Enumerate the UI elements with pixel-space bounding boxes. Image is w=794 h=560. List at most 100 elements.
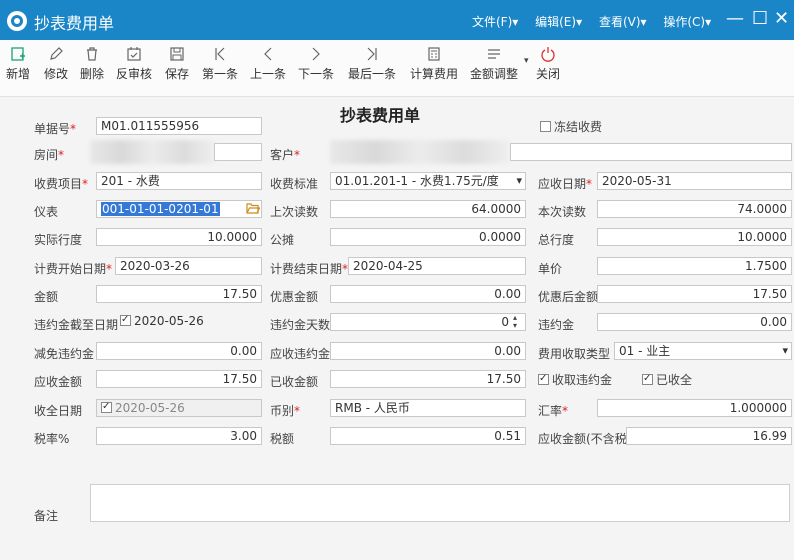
title-bar: 抄表费用单 文件(F)▾ 编辑(E)▾ 查看(V)▾ 操作(C)▾ — ☐ ✕ xyxy=(0,0,794,40)
bill-no-input[interactable]: M01.011555956 xyxy=(96,117,262,135)
last-reading-input[interactable]: 64.0000 xyxy=(330,200,526,218)
shared-input[interactable]: 0.0000 xyxy=(330,228,526,246)
amount-ex-tax-label: 应收金额(不含税) xyxy=(538,432,632,446)
maximize-button[interactable]: ☐ xyxy=(752,8,768,29)
form-title: 抄表费用单 xyxy=(340,106,421,125)
this-reading-input[interactable]: 74.0000 xyxy=(597,200,792,218)
amount-label: 金额 xyxy=(34,290,59,304)
last-record-button[interactable]: 最后一条 xyxy=(348,46,396,82)
prev-record-button[interactable]: 上一条 xyxy=(250,46,286,82)
fully-received-checkbox[interactable]: 已收全 xyxy=(642,371,692,388)
close-window-button[interactable]: ✕ xyxy=(774,8,789,29)
menu-view[interactable]: 查看(V)▾ xyxy=(599,15,647,29)
adjust-amount-label: 金额调整 xyxy=(470,67,519,81)
penalty-days-input[interactable]: 0 xyxy=(330,313,526,331)
penalty-label: 违约金 xyxy=(538,318,575,332)
shared-label: 公摊 xyxy=(270,233,295,247)
menu-edit[interactable]: 编辑(E)▾ xyxy=(535,15,582,29)
exchange-rate-label: 汇率* xyxy=(538,404,569,418)
amount-input[interactable]: 17.50 xyxy=(96,285,262,303)
fee-type-select[interactable]: 01 - 业主 xyxy=(614,342,792,360)
penalty-due-input[interactable]: 0.00 xyxy=(330,342,526,360)
save-button[interactable]: 保存 xyxy=(165,46,189,82)
after-discount-input[interactable]: 17.50 xyxy=(597,285,792,303)
last-icon xyxy=(367,47,377,61)
spinner-icon[interactable]: ▴ ▾ xyxy=(513,314,517,330)
due-date-label: 应收日期* xyxy=(538,177,593,191)
first-label: 第一条 xyxy=(202,67,239,81)
start-date-label: 计费开始日期* xyxy=(34,262,113,276)
freeze-check-icon xyxy=(540,121,551,132)
actual-usage-label: 实际行度 xyxy=(34,233,83,247)
amount-received-label: 已收金额 xyxy=(270,375,319,389)
calculator-icon xyxy=(428,47,440,61)
new-label: 新增 xyxy=(6,67,31,81)
next-record-button[interactable]: 下一条 xyxy=(298,46,334,82)
menu-bar: 文件(F)▾ 编辑(E)▾ 查看(V)▾ 操作(C)▾ xyxy=(472,13,724,30)
chevron-right-icon xyxy=(312,47,320,61)
penalty-cutoff-input[interactable]: 2020-05-26 xyxy=(118,313,262,331)
discount-label: 优惠金额 xyxy=(270,290,319,304)
fully-received-check-icon xyxy=(642,371,653,387)
menu-file[interactable]: 文件(F)▾ xyxy=(472,15,518,29)
delete-button[interactable]: 删除 xyxy=(80,46,104,82)
calc-fee-label: 计算费用 xyxy=(410,67,459,81)
start-date-input[interactable]: 2020-03-26 xyxy=(115,257,262,275)
meter-value-selected: 001-01-01-0201-01 xyxy=(101,202,220,216)
end-date-input[interactable]: 2020-04-25 xyxy=(348,257,526,275)
fee-item-label: 收费项目* xyxy=(34,177,89,191)
trash-icon xyxy=(87,47,97,61)
room-input[interactable] xyxy=(214,143,262,161)
discount-input[interactable]: 0.00 xyxy=(330,285,526,303)
full-date-check-icon xyxy=(101,400,112,415)
amount-due-label: 应收金额 xyxy=(34,375,83,389)
customer-label: 客户* xyxy=(270,148,301,162)
freeze-checkbox[interactable]: 冻结收费 xyxy=(540,119,602,135)
amount-ex-tax-input[interactable]: 16.99 xyxy=(626,427,792,445)
customer-input[interactable] xyxy=(510,143,792,161)
new-doc-icon xyxy=(11,47,25,61)
penalty-input[interactable]: 0.00 xyxy=(597,313,792,331)
unaudit-button[interactable]: 反审核 xyxy=(116,46,152,82)
fee-standard-select[interactable]: 01.01.201-1 - 水费1.75元/度 xyxy=(330,172,526,190)
new-button[interactable]: 新增 xyxy=(6,46,30,82)
minimize-button[interactable]: — xyxy=(726,8,744,29)
close-button[interactable]: 关闭 xyxy=(536,46,560,82)
collect-penalty-checkbox[interactable]: 收取违约金 xyxy=(538,371,612,388)
penalty-cutoff-check-icon[interactable] xyxy=(120,313,131,328)
remark-textarea[interactable] xyxy=(90,484,790,522)
unit-price-label: 单价 xyxy=(538,262,563,276)
power-icon xyxy=(541,47,555,62)
penalty-days-label: 违约金天数 xyxy=(270,318,331,332)
folder-open-icon[interactable] xyxy=(246,202,260,215)
edit-button[interactable]: 修改 xyxy=(44,46,68,82)
delete-label: 删除 xyxy=(80,67,105,81)
total-usage-input[interactable]: 10.0000 xyxy=(597,228,792,246)
due-date-input[interactable]: 2020-05-31 xyxy=(597,172,792,190)
tax-input[interactable]: 0.51 xyxy=(330,427,526,445)
amount-due-input[interactable]: 17.50 xyxy=(96,370,262,388)
adjust-amount-button[interactable]: 金额调整 xyxy=(470,46,518,82)
first-record-button[interactable]: 第一条 xyxy=(202,46,238,82)
menu-operate[interactable]: 操作(C)▾ xyxy=(663,15,711,29)
unaudit-label: 反审核 xyxy=(116,67,153,81)
unit-price-input[interactable]: 1.7500 xyxy=(597,257,792,275)
tax-rate-input[interactable]: 3.00 xyxy=(96,427,262,445)
last-label: 最后一条 xyxy=(348,67,397,81)
bill-no-label: 单据号* xyxy=(34,122,77,136)
penalty-waived-input[interactable]: 0.00 xyxy=(96,342,262,360)
adjust-dropdown-caret-icon[interactable]: ▾ xyxy=(524,56,529,66)
currency-input[interactable]: RMB - 人民币 xyxy=(330,399,526,417)
meter-input[interactable]: 001-01-01-0201-01 xyxy=(96,200,262,218)
toolbar: 新增 修改 删除 反审核 保存 第一条 上一条 下一条 最后一条 计算费用 金额… xyxy=(0,40,794,97)
fee-item-input[interactable]: 201 - 水费 xyxy=(96,172,262,190)
amount-received-input[interactable]: 17.50 xyxy=(330,370,526,388)
exchange-rate-input[interactable]: 1.000000 xyxy=(597,399,792,417)
this-reading-label: 本次读数 xyxy=(538,205,587,219)
full-date-label: 收全日期 xyxy=(34,404,83,418)
calc-fee-button[interactable]: 计算费用 xyxy=(410,46,458,82)
tax-rate-label: 税率% xyxy=(34,432,70,446)
full-date-input: 2020-05-26 xyxy=(96,399,262,417)
chevron-left-icon xyxy=(264,47,272,61)
actual-usage-input[interactable]: 10.0000 xyxy=(96,228,262,246)
